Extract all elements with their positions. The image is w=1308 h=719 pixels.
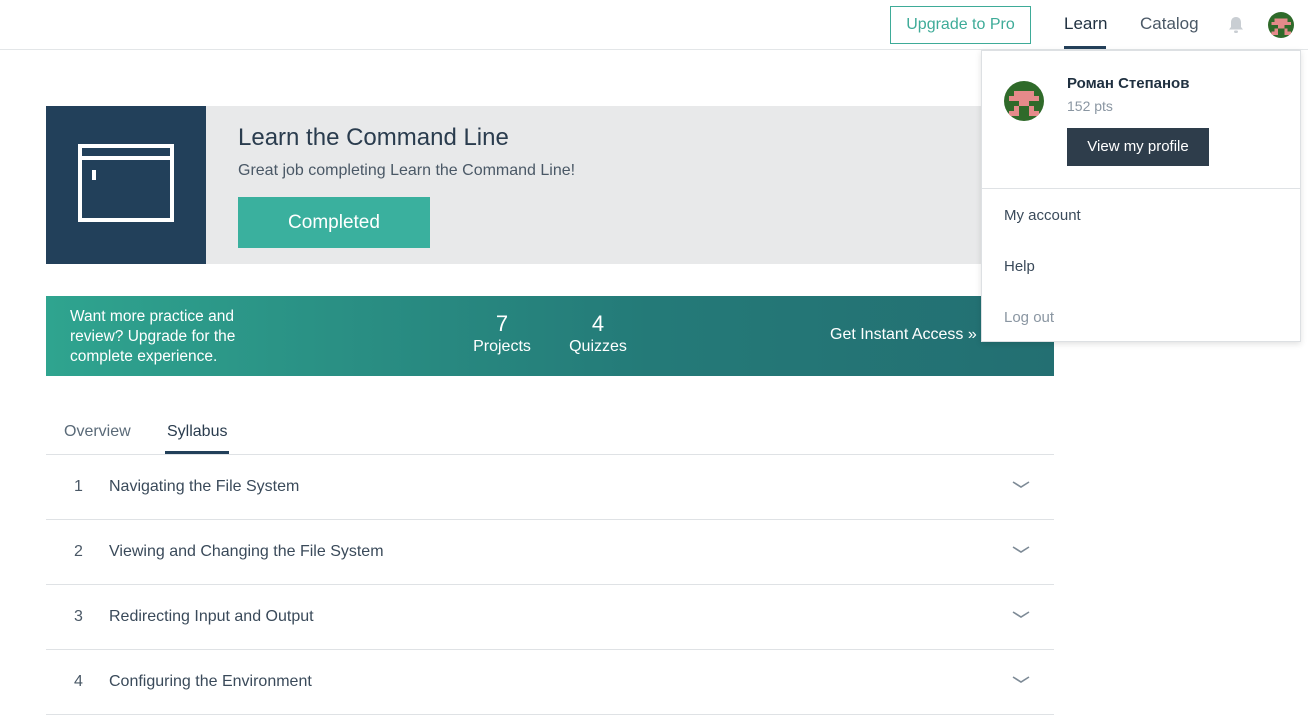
lesson-number: 1 <box>74 478 83 495</box>
course-header-card: Learn the Command Line Great job complet… <box>46 106 1054 264</box>
user-avatar-button[interactable] <box>1268 12 1294 38</box>
lesson-number: 2 <box>74 543 83 560</box>
nav-learn-link[interactable]: Learn <box>1064 14 1107 34</box>
avatar <box>1004 81 1044 121</box>
tab-overview[interactable]: Overview <box>64 423 131 441</box>
chevron-down-icon[interactable] <box>1012 479 1030 491</box>
menu-item-my-account[interactable]: My account <box>1004 207 1081 224</box>
syllabus-row[interactable]: 4 Configuring the Environment <box>46 650 1054 715</box>
course-title: Learn the Command Line <box>238 124 509 151</box>
quizzes-count: 4 <box>591 311 605 336</box>
lesson-title: Viewing and Changing the File System <box>109 543 384 560</box>
syllabus-row[interactable]: 2 Viewing and Changing the File System <box>46 520 1054 585</box>
projects-count: 7 <box>495 311 509 336</box>
user-points: 152 pts <box>1067 98 1113 114</box>
menu-item-help[interactable]: Help <box>1004 258 1035 275</box>
lesson-title: Navigating the File System <box>109 478 300 495</box>
terminal-window-icon <box>78 144 174 222</box>
menu-divider <box>982 188 1300 189</box>
course-icon-panel <box>46 106 206 264</box>
promo-text: Want more practice and review? Upgrade f… <box>70 308 236 365</box>
lesson-number: 3 <box>74 608 83 625</box>
completed-button[interactable]: Completed <box>238 197 430 248</box>
user-name: Роман Степанов <box>1067 75 1190 92</box>
view-profile-button[interactable]: View my profile <box>1067 128 1209 166</box>
get-instant-access-link[interactable]: Get Instant Access » <box>830 326 977 344</box>
menu-item-log-out[interactable]: Log out <box>1004 309 1054 326</box>
lesson-title: Redirecting Input and Output <box>109 608 314 625</box>
chevron-down-icon[interactable] <box>1012 609 1030 621</box>
active-nav-indicator <box>1064 46 1106 49</box>
user-menu-dropdown: Роман Степанов 152 pts View my profile M… <box>981 50 1301 342</box>
syllabus-row[interactable]: 1 Navigating the File System <box>46 455 1054 520</box>
upgrade-promo-banner: Want more practice and review? Upgrade f… <box>46 296 1054 376</box>
tab-syllabus[interactable]: Syllabus <box>167 423 227 441</box>
course-subtitle: Great job completing Learn the Command L… <box>238 162 576 179</box>
notifications-bell-icon[interactable] <box>1227 15 1245 35</box>
projects-stat: 7 Projects <box>470 312 534 358</box>
chevron-down-icon[interactable] <box>1012 674 1030 686</box>
lesson-title: Configuring the Environment <box>109 673 312 690</box>
quizzes-label: Quizzes <box>569 338 627 355</box>
projects-label: Projects <box>473 338 531 355</box>
nav-catalog-link[interactable]: Catalog <box>1140 14 1199 34</box>
upgrade-to-pro-button[interactable]: Upgrade to Pro <box>890 6 1031 44</box>
syllabus-row[interactable]: 3 Redirecting Input and Output <box>46 585 1054 650</box>
lesson-number: 4 <box>74 673 83 690</box>
quizzes-stat: 4 Quizzes <box>566 312 630 358</box>
top-navigation: Upgrade to Pro Learn Catalog <box>0 0 1308 50</box>
chevron-down-icon[interactable] <box>1012 544 1030 556</box>
